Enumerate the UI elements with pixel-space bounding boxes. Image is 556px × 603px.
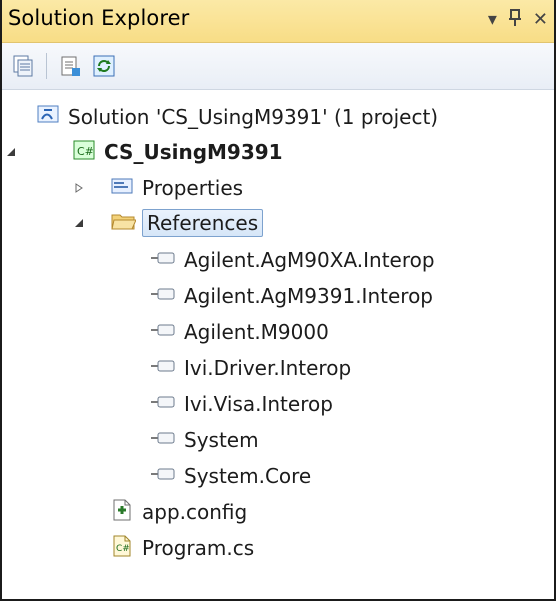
reference-item[interactable]: Agilent.AgM90XA.Interop xyxy=(150,243,435,277)
solution-tree: Solution 'CS_UsingM9391' (1 project) C# … xyxy=(2,90,554,599)
reference-label: Agilent.M9000 xyxy=(184,320,329,344)
title-buttons: ▾ ✕ xyxy=(488,4,548,36)
reference-icon xyxy=(150,392,176,416)
reference-label: Agilent.AgM90XA.Interop xyxy=(184,248,435,272)
project-node[interactable]: C# CS_UsingM9391 xyxy=(7,135,283,169)
properties-node[interactable]: Properties xyxy=(75,171,244,205)
file-label: Program.cs xyxy=(142,536,255,560)
toolbar-separator xyxy=(46,53,47,79)
project-label: CS_UsingM9391 xyxy=(104,140,283,164)
reference-icon xyxy=(150,248,176,272)
file-node[interactable]: app.config xyxy=(110,495,247,529)
solution-label: Solution 'CS_UsingM9391' (1 project) xyxy=(68,105,439,129)
reference-icon xyxy=(150,464,176,488)
config-file-icon xyxy=(110,498,134,527)
reference-label: Ivi.Driver.Interop xyxy=(184,356,352,380)
reference-icon xyxy=(150,320,176,344)
csharp-project-icon: C# xyxy=(72,138,96,167)
reference-item[interactable]: System.Core xyxy=(150,459,311,493)
references-label: References xyxy=(142,209,264,237)
references-node[interactable]: References xyxy=(75,206,264,240)
properties-label: Properties xyxy=(142,176,244,200)
reference-label: System xyxy=(184,428,259,452)
reference-icon xyxy=(150,284,176,308)
properties-folder-icon xyxy=(110,174,134,203)
refresh-icon[interactable] xyxy=(92,54,116,78)
reference-item[interactable]: Agilent.M9000 xyxy=(150,315,329,349)
toolbar xyxy=(2,43,554,90)
dropdown-icon[interactable]: ▾ xyxy=(488,11,497,29)
folder-open-icon xyxy=(110,209,137,238)
pin-icon[interactable] xyxy=(507,9,523,31)
svg-text:C#: C# xyxy=(116,544,130,554)
reference-label: Agilent.AgM9391.Interop xyxy=(184,284,433,308)
collapsed-arrow-icon[interactable] xyxy=(72,181,86,195)
csharp-file-icon: C# xyxy=(110,534,134,563)
close-icon[interactable]: ✕ xyxy=(533,11,548,29)
svg-text:C#: C# xyxy=(77,145,94,158)
reference-icon xyxy=(150,356,176,380)
reference-item[interactable]: Ivi.Driver.Interop xyxy=(150,351,351,385)
reference-item[interactable]: Ivi.Visa.Interop xyxy=(150,387,333,421)
solution-node[interactable]: Solution 'CS_UsingM9391' (1 project) xyxy=(36,100,438,134)
properties-icon[interactable] xyxy=(58,54,82,78)
solution-explorer-window: Solution Explorer ▾ ✕ Solution 'CS_Using… xyxy=(0,0,556,601)
show-all-files-icon[interactable] xyxy=(12,54,36,78)
expanded-arrow-icon[interactable] xyxy=(72,216,86,230)
file-label: app.config xyxy=(142,500,248,524)
reference-label: System.Core xyxy=(184,464,312,488)
file-node[interactable]: C# Program.cs xyxy=(110,531,254,565)
reference-label: Ivi.Visa.Interop xyxy=(184,392,333,416)
reference-item[interactable]: System xyxy=(150,423,259,457)
reference-icon xyxy=(150,428,176,452)
window-title: Solution Explorer xyxy=(8,6,190,30)
solution-icon xyxy=(36,103,60,132)
reference-item[interactable]: Agilent.AgM9391.Interop xyxy=(150,279,433,313)
expanded-arrow-icon[interactable] xyxy=(4,145,18,159)
title-bar: Solution Explorer ▾ ✕ xyxy=(2,0,554,43)
